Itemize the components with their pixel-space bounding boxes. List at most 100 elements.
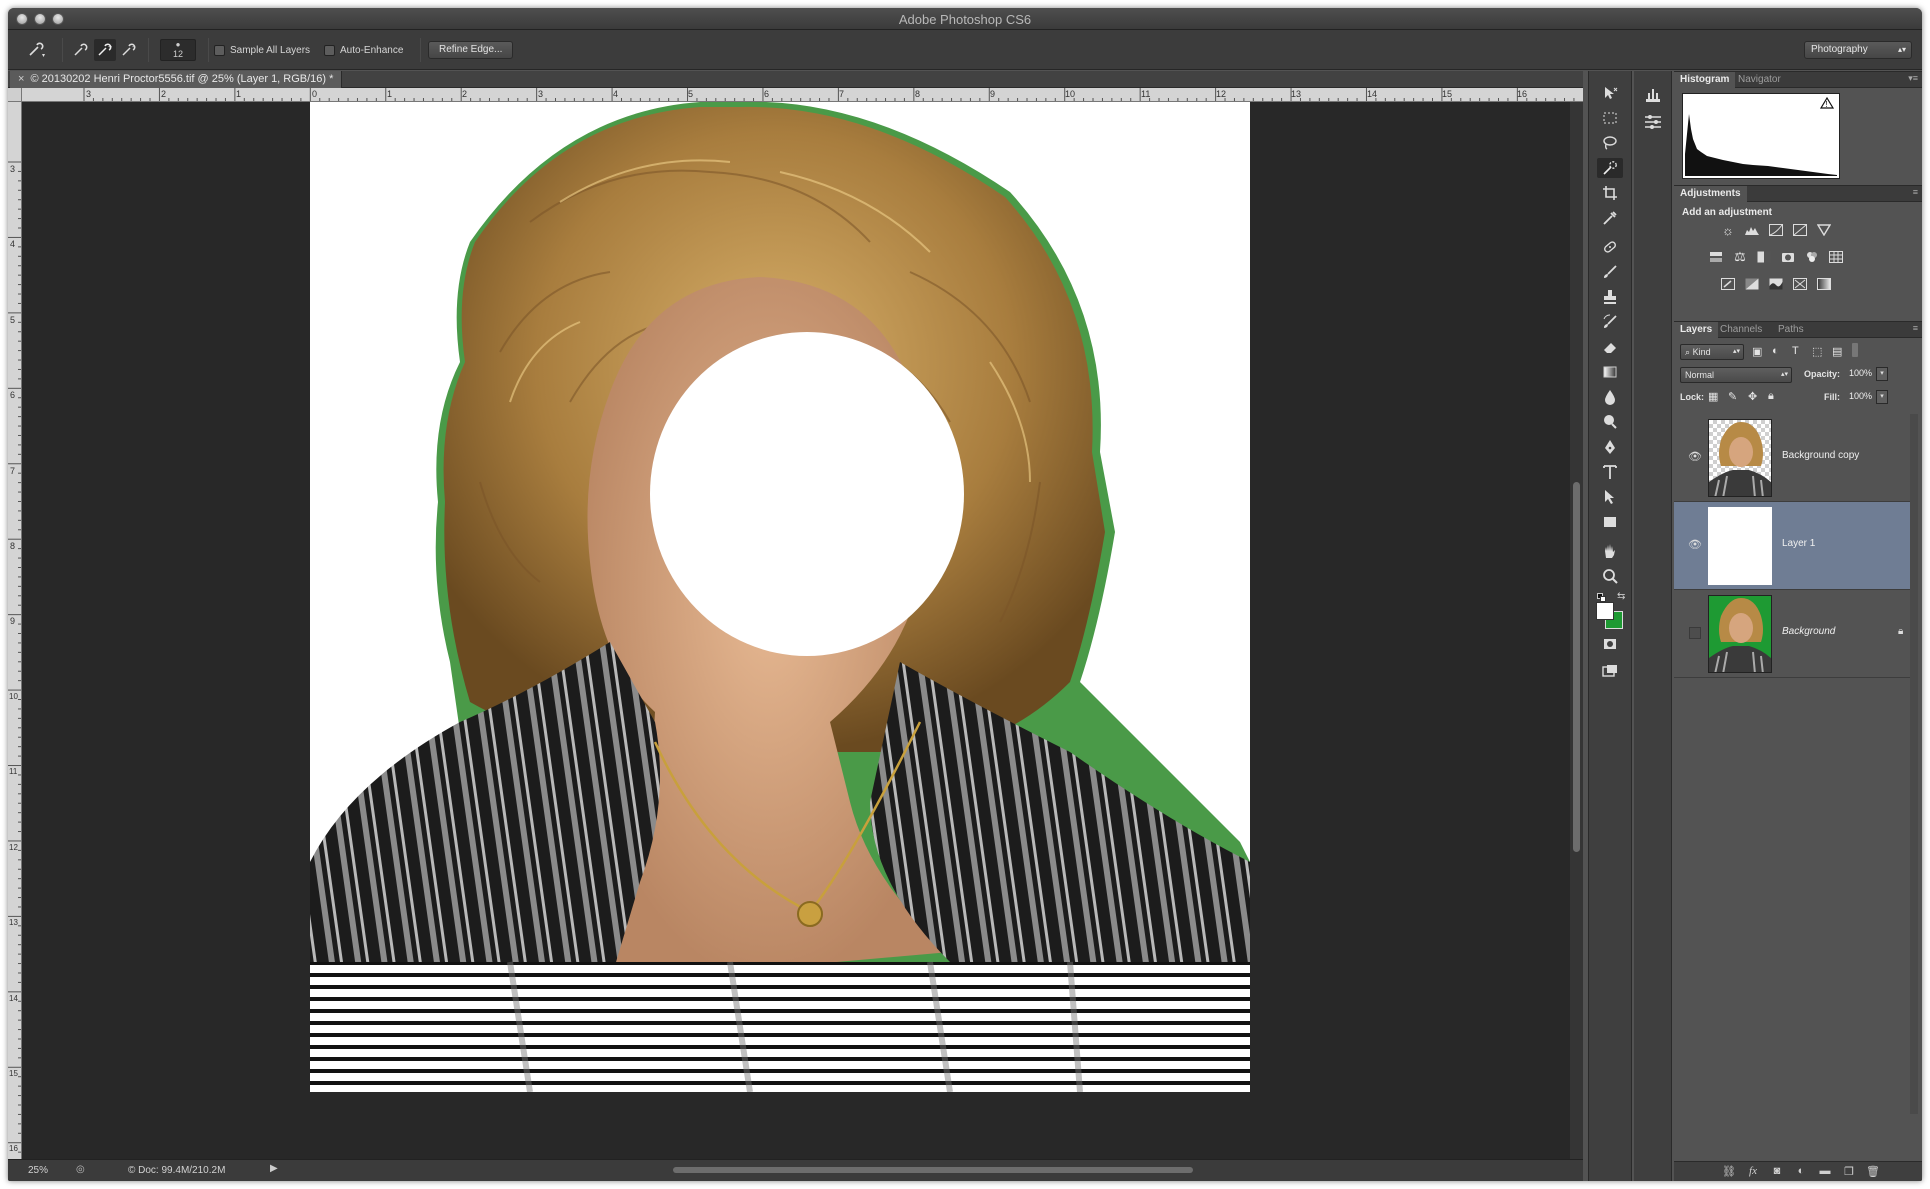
status-menu-arrow-icon[interactable]: ▶ — [270, 1163, 278, 1174]
selective-color-icon[interactable] — [1792, 277, 1808, 291]
channel-mixer-icon[interactable] — [1804, 250, 1820, 264]
quick-selection-tool[interactable] — [1597, 158, 1623, 178]
brush-tool[interactable] — [1597, 262, 1623, 282]
lock-position-icon[interactable]: ✥ — [1748, 390, 1757, 403]
pen-tool[interactable] — [1597, 437, 1623, 457]
opacity-value[interactable]: 100% — [1846, 367, 1880, 381]
tab-layers[interactable]: Layers — [1674, 322, 1719, 338]
panel-menu-icon[interactable]: ≡ — [1913, 187, 1918, 197]
visibility-toggle-off[interactable] — [1689, 627, 1701, 639]
lock-all-icon[interactable]: 🔒︎ — [1768, 390, 1774, 403]
workspace-switcher[interactable]: Photography ▴▾ — [1804, 41, 1912, 59]
eye-icon[interactable]: 👁︎ — [1688, 450, 1704, 464]
horizontal-ruler[interactable]: 3 2 1 0 1 2 3 4 5 6 7 8 9 10 11 12 13 14… — [22, 88, 1583, 102]
filter-toggle-icon[interactable] — [1852, 343, 1858, 357]
tab-histogram[interactable]: Histogram — [1674, 72, 1736, 88]
crop-tool[interactable] — [1597, 183, 1623, 203]
tab-navigator[interactable]: Navigator — [1732, 72, 1787, 88]
layer-row[interactable]: 👁︎ Background copy — [1674, 414, 1918, 502]
vertical-ruler[interactable]: 3 4 5 6 7 8 9 10 11 12 13 14 15 16 — [8, 102, 22, 1159]
canvas-area[interactable] — [22, 102, 1583, 1159]
path-selection-tool[interactable] — [1597, 487, 1623, 507]
subtract-from-selection-button[interactable]: - — [118, 39, 140, 61]
new-selection-button[interactable] — [70, 39, 92, 61]
document-tab[interactable]: × © 20130202 Henri Proctor5556.tif @ 25% … — [10, 71, 343, 88]
lasso-tool[interactable] — [1597, 133, 1623, 153]
clone-stamp-tool[interactable] — [1597, 287, 1623, 307]
shape-tool[interactable] — [1597, 512, 1623, 532]
layer-row[interactable]: Background 🔒︎ — [1674, 590, 1918, 678]
eyedropper-tool[interactable] — [1597, 208, 1623, 228]
refine-edge-button[interactable]: Refine Edge... — [428, 41, 514, 59]
layer-name[interactable]: Layer 1 — [1782, 538, 1815, 549]
posterize-icon[interactable] — [1744, 277, 1760, 291]
vertical-scrollbar[interactable] — [1570, 102, 1583, 1159]
tab-paths[interactable]: Paths — [1772, 322, 1810, 338]
tab-adjustments[interactable]: Adjustments — [1674, 186, 1747, 202]
close-tab-icon[interactable]: × — [18, 73, 24, 85]
marquee-tool[interactable] — [1597, 108, 1623, 128]
layer-row[interactable]: 👁︎ Layer 1 — [1674, 502, 1918, 590]
new-group-icon[interactable]: ▬ — [1818, 1165, 1832, 1179]
type-tool[interactable] — [1597, 462, 1623, 482]
filter-shape-icon[interactable]: ⬚ — [1812, 345, 1822, 358]
ruler-origin[interactable] — [8, 88, 22, 102]
eye-icon[interactable]: 👁︎ — [1688, 538, 1704, 552]
hue-saturation-icon[interactable] — [1708, 250, 1724, 264]
filter-smart-object-icon[interactable]: ▤ — [1832, 345, 1842, 358]
photo-filter-icon[interactable] — [1780, 250, 1796, 264]
gradient-tool[interactable] — [1597, 362, 1623, 382]
fill-value[interactable]: 100% — [1846, 390, 1880, 404]
doc-info[interactable]: © Doc: 99.4M/210.2M — [128, 1165, 225, 1176]
quick-mask-button[interactable] — [1597, 634, 1623, 654]
threshold-icon[interactable] — [1768, 277, 1784, 291]
color-lookup-icon[interactable] — [1828, 250, 1844, 264]
filter-type-icon[interactable]: T — [1792, 345, 1799, 357]
auto-enhance-checkbox[interactable]: Auto-Enhance — [324, 45, 403, 56]
filter-pixel-icon[interactable]: ▣ — [1752, 345, 1762, 358]
lock-image-icon[interactable]: ✎ — [1728, 390, 1737, 403]
healing-brush-tool[interactable] — [1597, 237, 1623, 257]
hand-tool[interactable] — [1597, 541, 1623, 561]
brightness-contrast-icon[interactable]: ☼ — [1720, 223, 1736, 238]
vibrance-icon[interactable] — [1816, 223, 1832, 237]
brush-presets-button[interactable] — [1642, 83, 1664, 105]
screen-mode-button[interactable] — [1597, 661, 1623, 681]
tool-presets-button[interactable] — [1642, 111, 1664, 133]
invert-icon[interactable] — [1720, 277, 1736, 291]
foreground-color-swatch[interactable] — [1596, 602, 1614, 620]
swap-colors-icon[interactable]: ⇆ — [1617, 591, 1625, 602]
new-layer-icon[interactable]: ❐ — [1842, 1165, 1856, 1179]
zoom-level[interactable]: 25% — [28, 1165, 48, 1176]
history-brush-tool[interactable] — [1597, 312, 1623, 332]
link-layers-icon[interactable]: ⛓ — [1722, 1165, 1736, 1179]
add-mask-icon[interactable]: ◙ — [1770, 1165, 1784, 1179]
auto-enhance-box[interactable] — [324, 45, 335, 56]
exposure-icon[interactable] — [1792, 223, 1808, 237]
dodge-tool[interactable] — [1597, 412, 1623, 432]
opacity-slider-arrow-icon[interactable]: ▾ — [1876, 367, 1888, 381]
layer-style-icon[interactable]: fx — [1746, 1165, 1760, 1179]
add-to-selection-button[interactable]: + — [94, 39, 116, 61]
tool-preset-picker[interactable]: ▾ — [20, 39, 54, 61]
filter-adjustment-icon[interactable]: ◐ — [1772, 345, 1779, 357]
layer-thumbnail[interactable] — [1708, 419, 1772, 497]
levels-icon[interactable] — [1744, 223, 1760, 237]
brush-size-picker[interactable]: ● 12 — [160, 39, 196, 61]
status-preview-icon[interactable]: ◎ — [76, 1164, 85, 1175]
move-tool[interactable] — [1597, 83, 1623, 103]
gradient-map-icon[interactable] — [1816, 277, 1832, 291]
sample-all-layers-checkbox[interactable]: Sample All Layers — [214, 45, 310, 56]
zoom-tool[interactable] — [1597, 566, 1623, 586]
panel-menu-icon[interactable]: ▾≡ — [1908, 73, 1918, 84]
tab-channels[interactable]: Channels — [1714, 322, 1768, 338]
layer-name[interactable]: Background — [1782, 626, 1835, 637]
curves-icon[interactable] — [1768, 223, 1784, 237]
vertical-scroll-thumb[interactable] — [1573, 482, 1580, 852]
blend-mode-select[interactable]: Normal ▴▾ — [1680, 367, 1792, 383]
eraser-tool[interactable] — [1597, 337, 1623, 357]
sample-all-layers-box[interactable] — [214, 45, 225, 56]
blur-tool[interactable] — [1597, 387, 1623, 407]
panel-menu-icon[interactable]: ≡ — [1913, 323, 1918, 333]
document-canvas[interactable] — [310, 102, 1250, 1092]
